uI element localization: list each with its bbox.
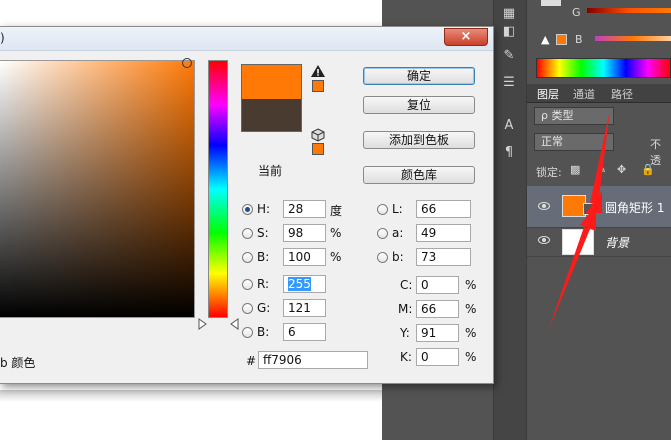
layers-icon[interactable]: ▦ [501, 6, 517, 21]
radio-saturation[interactable] [242, 228, 253, 239]
close-icon[interactable]: × [444, 28, 488, 46]
annotation-arrows [548, 110, 610, 331]
radio-green[interactable] [242, 303, 253, 314]
fg-color-chip[interactable] [541, 0, 561, 6]
reset-button[interactable]: 复位 [363, 96, 475, 114]
b-label: B [575, 33, 583, 46]
cyan-input[interactable]: 0 [416, 276, 459, 294]
hue-unit: 度 [330, 204, 343, 218]
lab-b-input[interactable]: 73 [416, 248, 471, 266]
web-safe-swatch[interactable] [312, 143, 324, 155]
only-web-colors-label[interactable]: b 颜色 [0, 354, 35, 371]
yellow-input[interactable]: 91 [416, 324, 459, 342]
hue-slider-right-arrow-icon[interactable] [229, 318, 239, 330]
paragraph-icon[interactable]: ¶ [501, 145, 517, 160]
hex-label: # [246, 354, 257, 368]
g-slider-track[interactable] [587, 8, 671, 13]
brush-icon[interactable]: ✎ [501, 48, 517, 63]
warning-icon: ▲ [541, 33, 550, 46]
black-label: K: [400, 350, 412, 364]
saturation-brightness-field[interactable] [0, 60, 195, 318]
black-unit: % [465, 350, 477, 364]
radio-blue[interactable] [242, 327, 253, 338]
radio-red[interactable] [242, 279, 253, 290]
blue-label: B: [257, 325, 270, 339]
gamut-correction-swatch[interactable] [312, 80, 324, 92]
lock-all-icon[interactable]: 🔒 [641, 163, 655, 176]
current-color-swatch[interactable] [241, 99, 302, 132]
out-of-gamut-warning-icon[interactable] [311, 65, 325, 77]
character-icon[interactable]: A [501, 118, 517, 133]
lab-l-label: L: [392, 202, 403, 216]
magenta-unit: % [465, 302, 477, 316]
color-spectrum[interactable] [536, 58, 671, 78]
radio-brightness[interactable] [242, 252, 253, 263]
red-input[interactable]: 255 [283, 275, 326, 293]
hue-slider[interactable] [208, 60, 228, 318]
web-safe-cube-icon[interactable] [311, 128, 325, 142]
red-label: R: [257, 277, 270, 291]
brightness-input[interactable]: 100 [283, 248, 326, 266]
sliders-icon[interactable]: ☰ [501, 75, 517, 90]
red-input-value: 255 [288, 277, 311, 291]
saturation-input[interactable]: 98 [283, 224, 326, 242]
lab-l-input[interactable]: 66 [416, 200, 471, 218]
yellow-label: Y: [400, 326, 410, 340]
color-field-marker[interactable] [182, 58, 192, 68]
brightness-label: B: [257, 250, 270, 264]
radio-hue[interactable] [242, 204, 253, 215]
current-color-label: 当前 [258, 164, 283, 178]
g-label: G [572, 6, 581, 19]
dialog-title: ) [0, 31, 5, 45]
b-slider-track[interactable] [595, 36, 671, 41]
saturation-unit: % [330, 226, 342, 240]
magenta-input[interactable]: 66 [416, 300, 459, 318]
radio-lab-b[interactable] [377, 252, 388, 263]
radio-lab-a[interactable] [377, 228, 388, 239]
green-input[interactable]: 121 [283, 299, 326, 317]
adjust-icon[interactable]: ◧ [501, 24, 517, 39]
hue-input[interactable]: 28 [283, 200, 326, 218]
lab-a-label: a: [392, 226, 404, 240]
color-libraries-button[interactable]: 颜色库 [363, 166, 475, 184]
lab-b-label: b: [392, 250, 404, 264]
hue-label: H: [257, 202, 271, 216]
cyan-label: C: [400, 278, 413, 292]
hue-slider-left-arrow-icon[interactable] [198, 318, 208, 330]
blue-input[interactable]: 6 [283, 323, 326, 341]
radio-lab-l[interactable] [377, 204, 388, 215]
saturation-label: S: [257, 226, 269, 240]
panel-tool-strip [493, 0, 527, 440]
magenta-label: M: [398, 302, 413, 316]
hex-input[interactable]: ff7906 [258, 351, 368, 369]
green-label: G: [257, 301, 271, 315]
cyan-unit: % [465, 278, 477, 292]
add-to-swatches-button[interactable]: 添加到色板 [363, 131, 475, 149]
dialog-titlebar[interactable]: ) × [0, 27, 493, 51]
lab-a-input[interactable]: 49 [416, 224, 471, 242]
black-input[interactable]: 0 [416, 348, 459, 366]
brightness-unit: % [330, 250, 342, 264]
gamut-swatch[interactable] [556, 34, 567, 45]
ok-button[interactable]: 确定 [363, 67, 475, 85]
yellow-unit: % [465, 326, 477, 340]
new-color-swatch [241, 64, 302, 99]
